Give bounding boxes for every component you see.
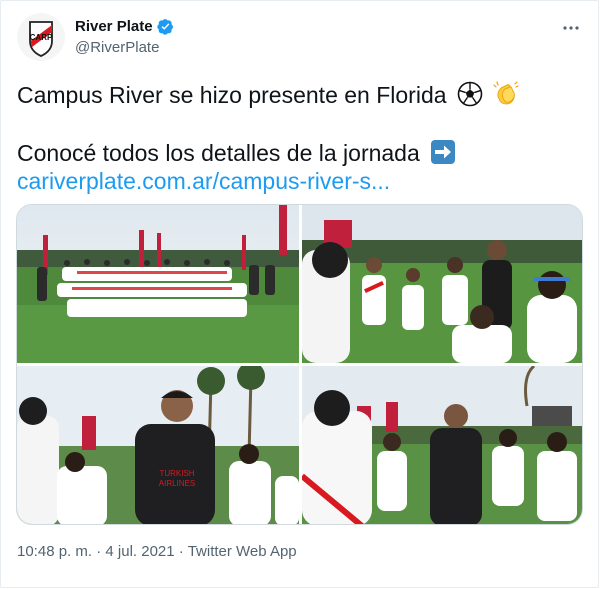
tweet-text-line1-text: Campus River se hizo presente en Florida xyxy=(17,82,447,108)
article-link[interactable]: cariverplate.com.ar/campus-river-s... xyxy=(17,167,390,195)
photo-4[interactable] xyxy=(302,366,582,524)
kids-greeting-photo-image xyxy=(302,366,582,524)
player-greeting-photo-image: TURKISH AIRLINES xyxy=(17,366,299,524)
photo-2[interactable] xyxy=(302,205,582,363)
tweet-time[interactable]: 10:48 p. m. xyxy=(17,543,92,560)
avatar[interactable]: CARP xyxy=(17,13,65,61)
river-plate-crest-icon: CARP xyxy=(17,13,65,61)
photo-3[interactable]: TURKISH AIRLINES xyxy=(17,366,299,524)
tweet-card: CARP River Plate @RiverPlate Campus Rive… xyxy=(0,0,599,588)
soccer-ball-icon xyxy=(457,81,483,107)
tweet-text-line2-text: Conocé todos los detalles de la jornada xyxy=(17,140,420,166)
verified-icon xyxy=(156,19,173,35)
group-photo-image xyxy=(17,205,299,363)
high-five-photo-image xyxy=(302,205,582,363)
handle[interactable]: @RiverPlate xyxy=(75,39,159,56)
svg-text:CARP: CARP xyxy=(30,33,53,42)
svg-text:TURKISH: TURKISH xyxy=(159,469,194,478)
clapping-hands-icon xyxy=(493,81,519,105)
tweet-text-line1: Campus River se hizo presente en Florida xyxy=(17,81,519,109)
tweet-meta: 10:48 p. m. · 4 jul. 2021 · Twitter Web … xyxy=(17,543,297,560)
right-arrow-icon xyxy=(431,140,456,164)
display-name[interactable]: River Plate xyxy=(75,18,174,35)
display-name-text[interactable]: River Plate xyxy=(75,18,153,35)
tweet-source[interactable]: Twitter Web App xyxy=(188,543,297,560)
photo-1[interactable] xyxy=(17,205,299,363)
photo-grid: TURKISH AIRLINES xyxy=(16,204,583,525)
meta-separator-2: · xyxy=(178,543,184,560)
svg-text:AIRLINES: AIRLINES xyxy=(159,479,195,488)
meta-separator-1: · xyxy=(96,543,102,560)
tweet-date[interactable]: 4 jul. 2021 xyxy=(105,543,174,560)
more-icon[interactable] xyxy=(560,19,582,37)
tweet-text-line2: Conocé todos los detalles de la jornada xyxy=(17,139,456,167)
